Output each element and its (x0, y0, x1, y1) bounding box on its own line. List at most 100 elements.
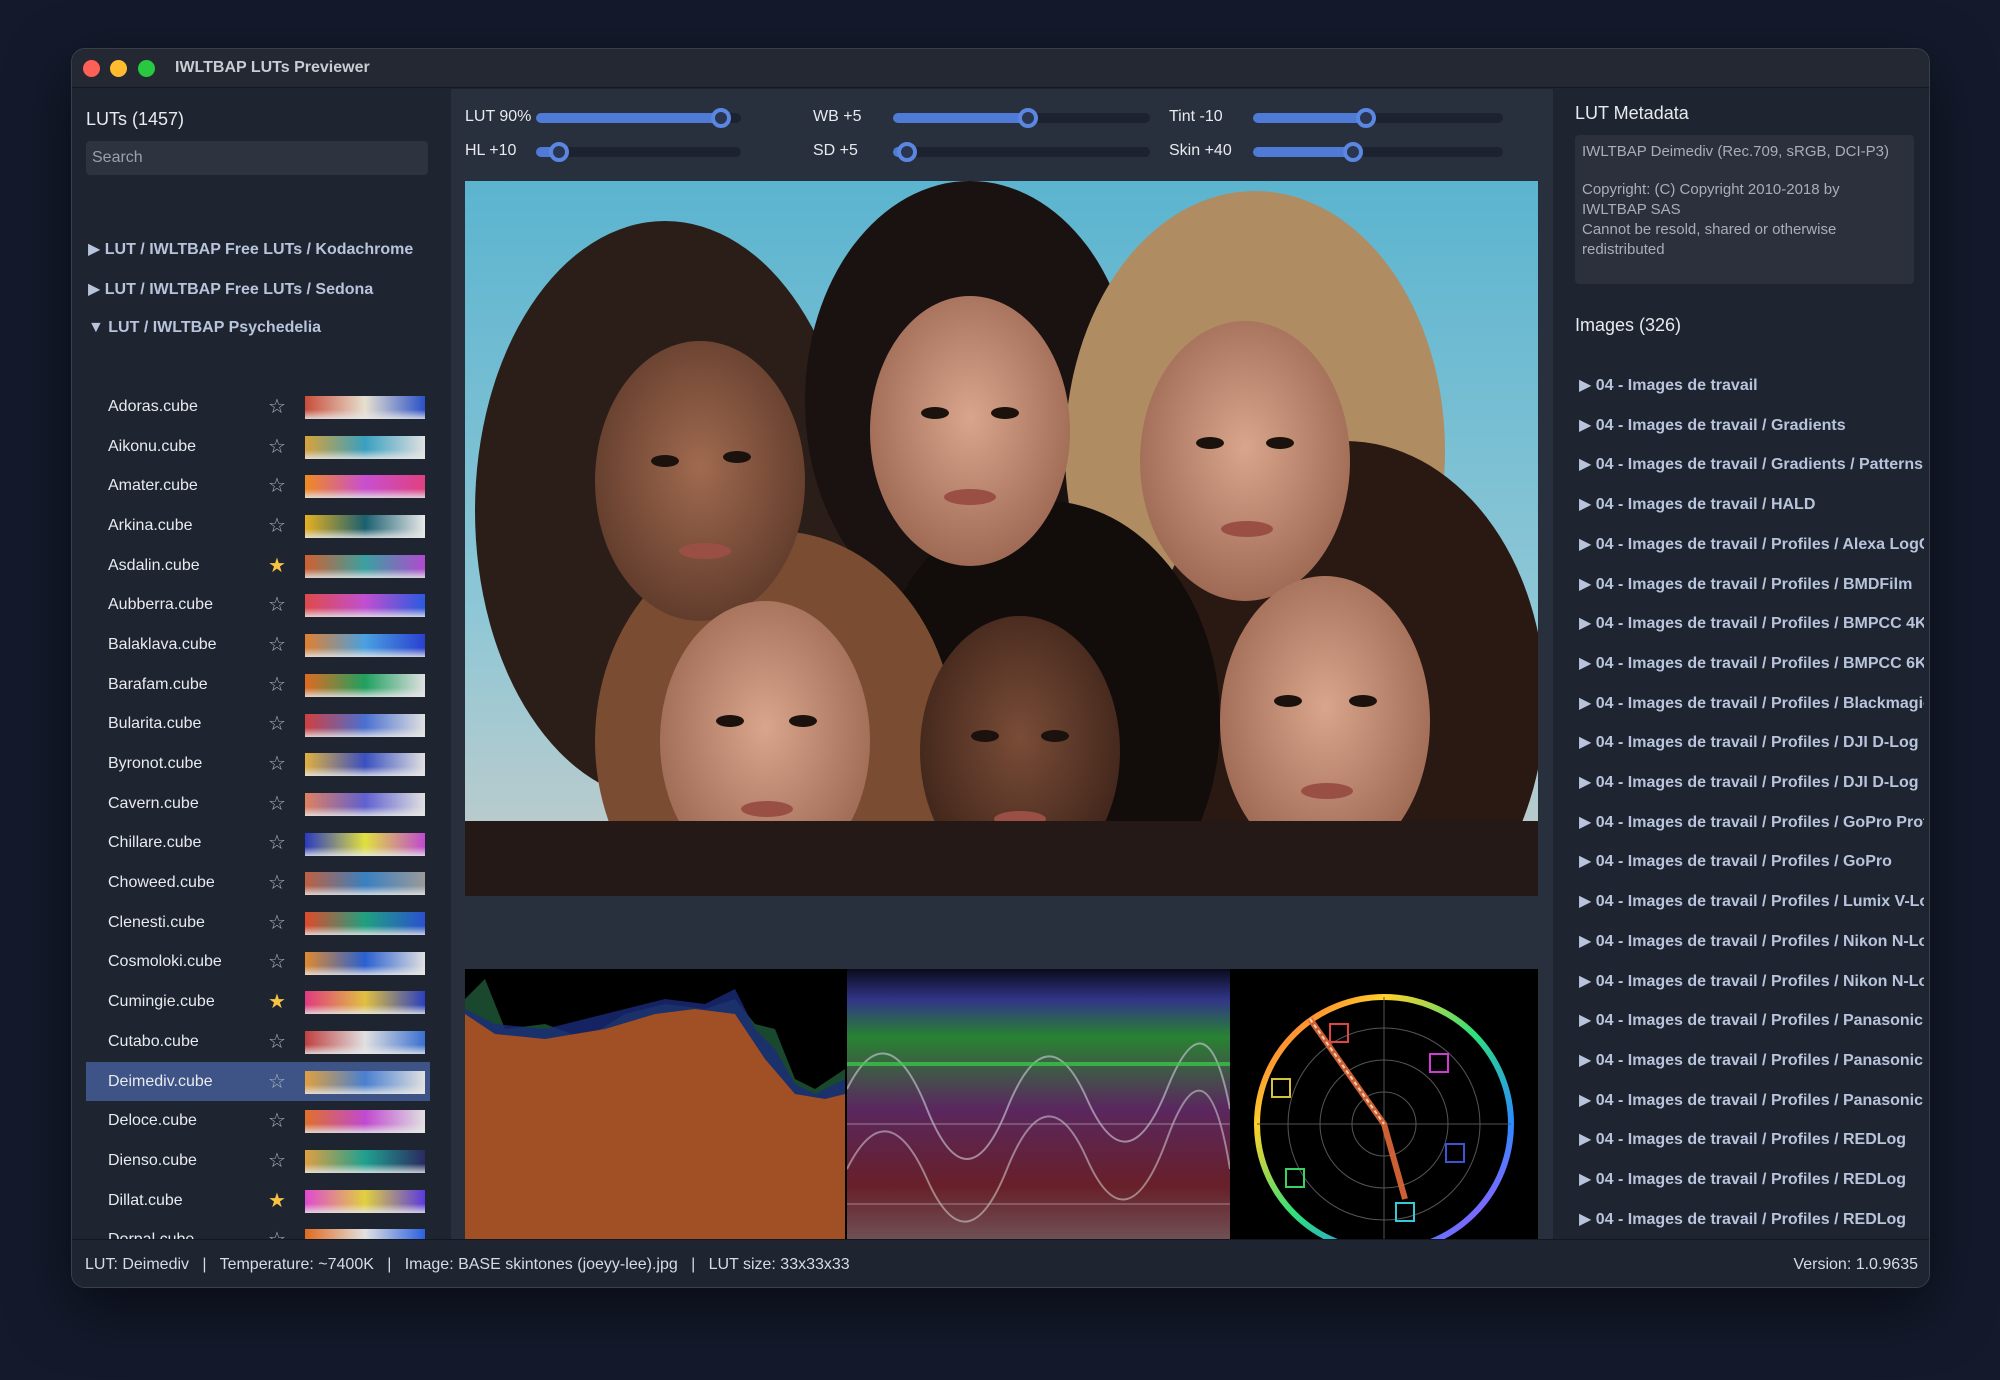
star-filled-icon[interactable]: ★ (268, 992, 286, 1012)
slider-fill (536, 113, 721, 123)
lut-item[interactable]: Dillat.cube ★ (86, 1181, 430, 1221)
lut-item[interactable]: Clenesti.cube ☆ (86, 903, 430, 943)
folder-psychedelia[interactable]: ▼ LUT / IWLTBAP Psychedelia (88, 319, 321, 337)
star-filled-icon[interactable]: ★ (268, 1191, 286, 1211)
star-icon[interactable]: ☆ (268, 1111, 286, 1131)
slider-track[interactable] (893, 142, 1150, 162)
lut-item[interactable]: Deloce.cube ☆ (86, 1101, 430, 1141)
image-folder-item[interactable]: ▶ 04 - Images de travail / Profiles / Pa… (1579, 1090, 1924, 1110)
image-folder-item[interactable]: ▶ 04 - Images de travail / Profiles / Bl… (1579, 693, 1924, 713)
lut-item[interactable]: Chillare.cube ☆ (86, 824, 430, 864)
folder-sedona[interactable]: ▶ LUT / IWLTBAP Free LUTs / Sedona (88, 279, 373, 299)
image-folder-item[interactable]: ▶ 04 - Images de travail / Profiles / Go… (1579, 812, 1924, 832)
lut-item[interactable]: Asdalin.cube ★ (86, 546, 430, 586)
star-icon[interactable]: ☆ (268, 675, 286, 695)
image-folder-item[interactable]: ▶ 04 - Images de travail (1579, 375, 1924, 395)
lut-item[interactable]: Adoras.cube ☆ (86, 387, 430, 427)
lut-item[interactable]: Arkina.cube ☆ (86, 506, 430, 546)
image-folder-item[interactable]: ▶ 04 - Images de travail / Profiles / BM… (1579, 653, 1924, 673)
image-folder-item[interactable]: ▶ 04 - Images de travail / Profiles / Lu… (1579, 891, 1924, 911)
slider-track[interactable] (536, 142, 741, 162)
image-folder-item[interactable]: ▶ 04 - Images de travail / Profiles / Ni… (1579, 971, 1924, 991)
lut-item[interactable]: Cutabo.cube ☆ (86, 1022, 430, 1062)
lut-item[interactable]: Amater.cube ☆ (86, 466, 430, 506)
luts-count-title: LUTs (1457) (86, 109, 185, 129)
slider-handle[interactable] (1343, 142, 1363, 162)
image-folder-item[interactable]: ▶ 04 - Images de travail / Profiles / RE… (1579, 1129, 1924, 1149)
star-icon[interactable]: ☆ (268, 397, 286, 417)
lut-name: Dienso.cube (108, 1151, 197, 1169)
slider-track[interactable] (536, 108, 741, 128)
image-folder-item[interactable]: ▶ 04 - Images de travail / Profiles / Al… (1579, 534, 1924, 554)
image-folder-item[interactable]: ▶ 04 - Images de travail / Profiles / Ni… (1579, 931, 1924, 951)
lut-item[interactable]: Balaklava.cube ☆ (86, 625, 430, 665)
lut-name: Deloce.cube (108, 1112, 197, 1130)
lut-list: Adoras.cube ☆ Aikonu.cube ☆ Amater.cube ☆ Arki… (86, 387, 430, 1287)
star-icon[interactable]: ☆ (268, 595, 286, 615)
lut-item[interactable]: Aikonu.cube ☆ (86, 427, 430, 467)
minimize-window-button[interactable] (110, 60, 127, 77)
folder-kodachrome[interactable]: ▶ LUT / IWLTBAP Free LUTs / Kodachrome (88, 239, 413, 259)
lut-name: Choweed.cube (108, 874, 215, 892)
star-icon[interactable]: ☆ (268, 1032, 286, 1052)
star-icon[interactable]: ☆ (268, 437, 286, 457)
image-folder-item[interactable]: ▶ 04 - Images de travail / Profiles / BM… (1579, 574, 1924, 594)
image-folder-item[interactable]: ▶ 04 - Images de travail / Profiles / DJ… (1579, 732, 1924, 752)
slider-handle[interactable] (1017, 108, 1038, 128)
lut-item[interactable]: Bularita.cube ☆ (86, 705, 430, 745)
image-folder-item[interactable]: ▶ 04 - Images de travail / Profiles / BM… (1579, 613, 1924, 633)
image-folder-item[interactable]: ▶ 04 - Images de travail / Gradients / P… (1579, 454, 1924, 474)
star-icon[interactable]: ☆ (268, 714, 286, 734)
slider-track[interactable] (893, 108, 1150, 128)
search-input[interactable] (86, 141, 428, 175)
star-icon[interactable]: ☆ (268, 1151, 286, 1171)
star-icon[interactable]: ☆ (268, 913, 286, 933)
slider-track[interactable] (1253, 142, 1503, 162)
lut-name: Adoras.cube (108, 397, 198, 415)
star-icon[interactable]: ☆ (268, 635, 286, 655)
lut-item[interactable]: Cosmoloki.cube ☆ (86, 943, 430, 983)
star-icon[interactable]: ☆ (268, 952, 286, 972)
lut-item[interactable]: Cavern.cube ☆ (86, 784, 430, 824)
star-icon[interactable]: ☆ (268, 794, 286, 814)
image-folder-item[interactable]: ▶ 04 - Images de travail / Profiles / RE… (1579, 1209, 1924, 1229)
image-folder-item[interactable]: ▶ 04 - Images de travail / Profiles / DJ… (1579, 772, 1924, 792)
lut-item[interactable]: Barafam.cube ☆ (86, 665, 430, 705)
slider-handle[interactable] (897, 142, 918, 162)
lut-thumbnail (305, 435, 425, 459)
lut-item[interactable]: Dienso.cube ☆ (86, 1141, 430, 1181)
image-folder-item[interactable]: ▶ 04 - Images de travail / Profiles / Pa… (1579, 1010, 1924, 1030)
slider-handle[interactable] (1355, 108, 1376, 128)
slider-label: HL +10 (465, 142, 517, 159)
lut-item[interactable]: Choweed.cube ☆ (86, 863, 430, 903)
slider-fill (893, 113, 1028, 123)
histogram-scope (465, 969, 845, 1279)
lut-item[interactable]: Byronot.cube ☆ (86, 744, 430, 784)
image-folder-item[interactable]: ▶ 04 - Images de travail / HALD (1579, 494, 1924, 514)
lut-item[interactable]: Deimediv.cube ☆ (86, 1061, 430, 1102)
slider-handle[interactable] (548, 142, 569, 162)
lut-item[interactable]: Aubberra.cube ☆ (86, 585, 430, 625)
star-icon[interactable]: ☆ (268, 833, 286, 853)
star-icon[interactable]: ☆ (268, 873, 286, 893)
close-window-button[interactable] (83, 60, 100, 77)
star-filled-icon[interactable]: ★ (268, 556, 286, 576)
waveform-scope (847, 969, 1230, 1279)
image-folder-item[interactable]: ▶ 04 - Images de travail / Profiles / Pa… (1579, 1050, 1924, 1070)
lut-item[interactable]: Cumingie.cube ★ (86, 982, 430, 1022)
star-icon[interactable]: ☆ (268, 476, 286, 496)
star-icon[interactable]: ☆ (268, 516, 286, 536)
star-icon[interactable]: ☆ (268, 1072, 286, 1092)
star-icon[interactable]: ☆ (268, 754, 286, 774)
window-title: IWLTBAP LUTs Previewer (175, 59, 370, 76)
zoom-window-button[interactable] (138, 60, 155, 77)
slider-track[interactable] (1253, 108, 1503, 128)
lut-sidebar: LUTs (1457) ▶ LUT / IWLTBAP Free LUTs / … (72, 89, 447, 1287)
lut-name: Chillare.cube (108, 834, 202, 852)
lut-thumbnail (305, 634, 425, 658)
slider-handle[interactable] (710, 108, 731, 128)
image-folder-item[interactable]: ▶ 04 - Images de travail / Profiles / Go… (1579, 851, 1924, 871)
image-folder-item[interactable]: ▶ 04 - Images de travail / Profiles / RE… (1579, 1169, 1924, 1189)
image-folder-item[interactable]: ▶ 04 - Images de travail / Gradients (1579, 415, 1924, 435)
lut-name: Arkina.cube (108, 516, 193, 534)
